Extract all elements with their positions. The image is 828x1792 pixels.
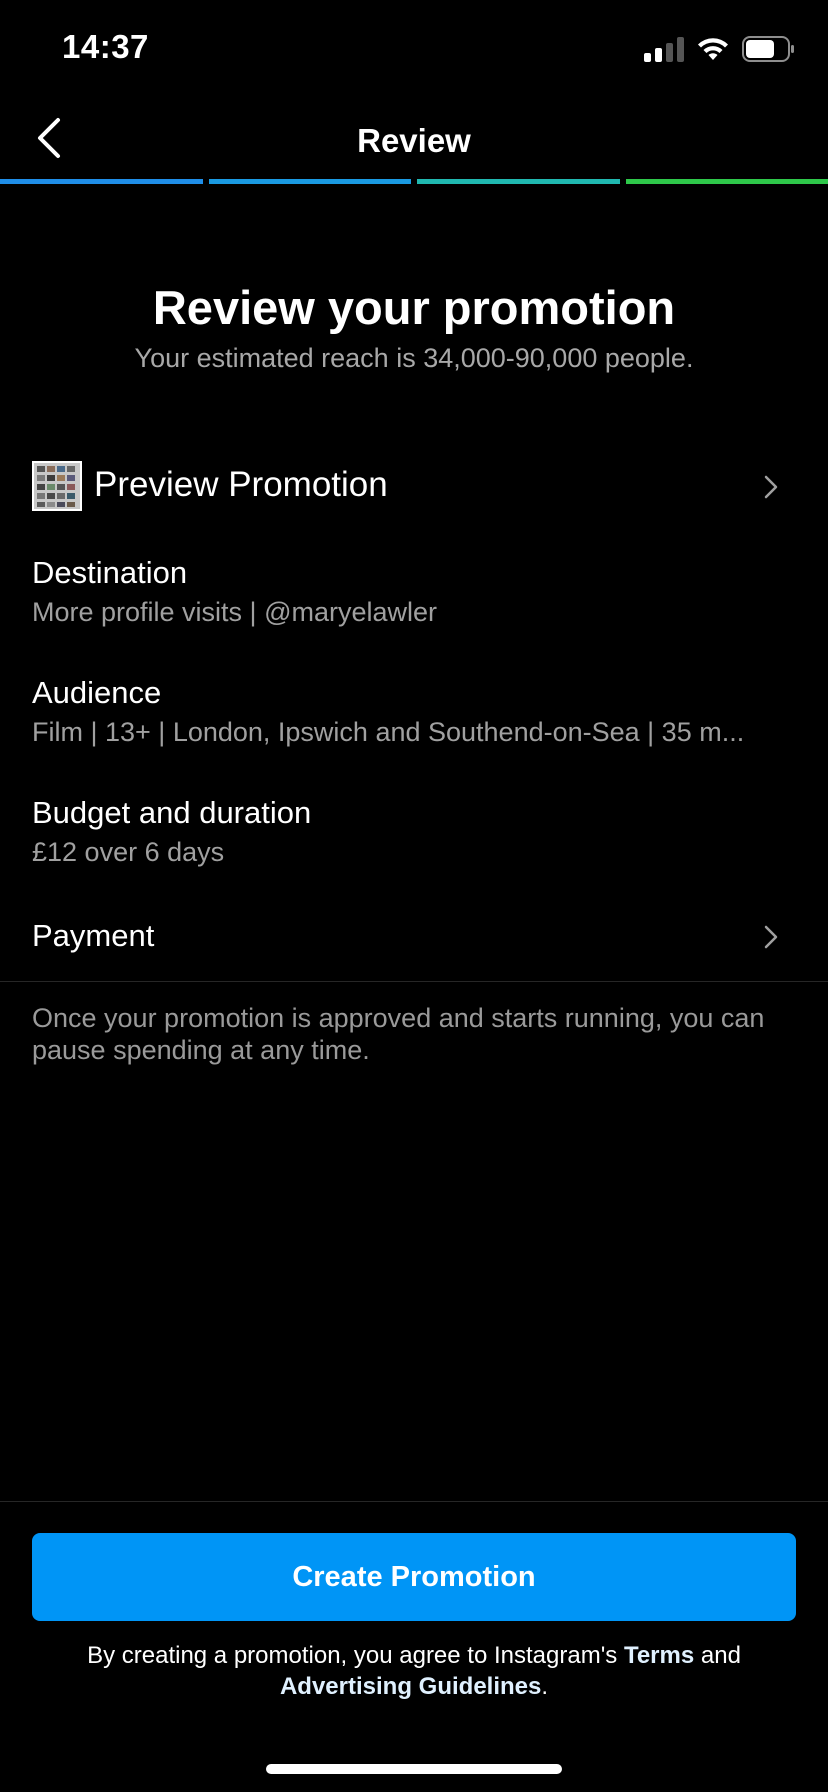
progress-segment-3	[417, 179, 620, 184]
audience-label: Audience	[32, 675, 162, 710]
pause-spending-note: Once your promotion is approved and star…	[32, 1003, 765, 1065]
budget-duration-value: £12 over 6 days	[32, 837, 225, 867]
nav-bar: Review	[0, 100, 828, 180]
legal-prefix: By creating a promotion, you agree to In…	[87, 1642, 624, 1669]
advertising-guidelines-link[interactable]: Advertising Guidelines	[280, 1673, 541, 1700]
status-bar: 14:37	[0, 0, 828, 100]
terms-link[interactable]: Terms	[624, 1642, 694, 1669]
legal-notice: By creating a promotion, you agree to In…	[40, 1640, 788, 1702]
destination-value: More profile visits | @maryelawler	[32, 597, 438, 627]
payment-label: Payment	[32, 918, 155, 953]
footer-divider	[0, 1501, 828, 1502]
legal-middle: and	[694, 1642, 741, 1669]
section-divider	[0, 981, 828, 982]
page-title: Review	[357, 122, 471, 159]
progress-segment-4	[625, 179, 828, 184]
chevron-right-icon	[764, 925, 778, 949]
progress-segment-2	[208, 179, 411, 184]
preview-promotion-label: Preview Promotion	[94, 465, 388, 504]
battery-icon	[742, 36, 794, 62]
audience-value: Film | 13+ | London, Ipswich and Southen…	[32, 717, 745, 747]
wifi-icon	[698, 38, 728, 60]
destination-label: Destination	[32, 555, 188, 590]
destination-row[interactable]: Destination More profile visits | @marye…	[32, 555, 796, 628]
budget-duration-row[interactable]: Budget and duration £12 over 6 days	[32, 795, 796, 868]
preview-promotion-row[interactable]: Preview Promotion	[32, 461, 796, 513]
cellular-signal-icon	[644, 36, 684, 62]
hero-title: Review your promotion	[152, 281, 676, 334]
chevron-right-icon	[764, 475, 778, 499]
hero-section: Review your promotion Your estimated rea…	[0, 280, 828, 374]
payment-row[interactable]: Payment	[32, 918, 796, 958]
post-thumbnail	[32, 461, 82, 511]
status-time: 14:37	[62, 28, 149, 65]
create-promotion-button[interactable]: Create Promotion	[32, 1533, 796, 1621]
estimated-reach-text: Your estimated reach is 34,000-90,000 pe…	[134, 343, 694, 373]
status-icons	[644, 34, 796, 64]
audience-row[interactable]: Audience Film | 13+ | London, Ipswich an…	[32, 675, 796, 748]
progress-segment-1	[0, 179, 203, 184]
home-indicator[interactable]	[266, 1764, 562, 1774]
step-progress-bar	[0, 179, 828, 184]
budget-duration-label: Budget and duration	[32, 795, 312, 830]
legal-suffix: .	[541, 1673, 549, 1700]
